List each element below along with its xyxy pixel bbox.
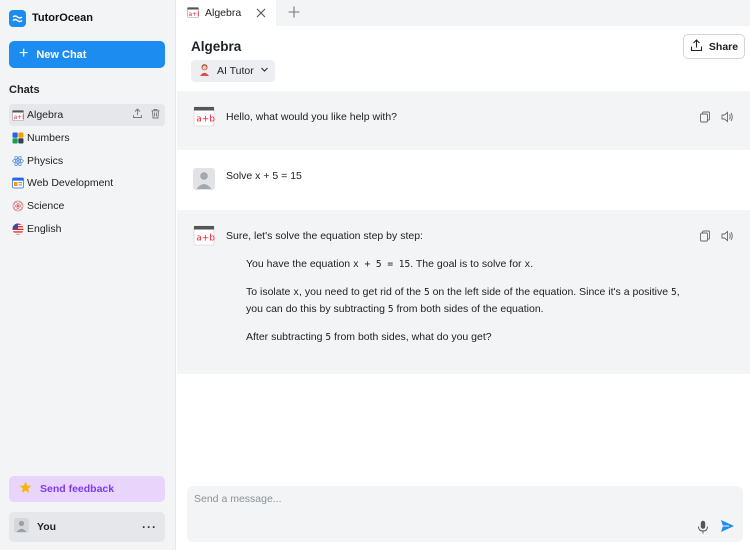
- message-intro: Sure, let's solve the equation step by s…: [226, 230, 423, 242]
- message-paragraph: To isolate x, you need to get rid of the…: [246, 284, 686, 318]
- text-fragment: on the left side of the equation. Since …: [429, 286, 671, 298]
- sidebar: TutorOcean + New Chat Chats a+b Algebra: [0, 0, 176, 550]
- inline-code: x + 5 = 15: [353, 259, 411, 270]
- message-text: Hello, what would you like help with?: [226, 111, 398, 123]
- brand-name: TutorOcean: [32, 12, 93, 24]
- user-profile[interactable]: You ···: [9, 512, 165, 542]
- sidebar-item-label: Physics: [27, 154, 64, 167]
- message-input[interactable]: Send a message...: [194, 493, 282, 505]
- trash-icon[interactable]: [150, 108, 161, 122]
- sidebar-item-numbers[interactable]: Numbers: [9, 127, 165, 149]
- text-fragment: from both sides, what do you get?: [331, 331, 492, 343]
- text-fragment: ,: [676, 286, 680, 298]
- sidebar-item-english[interactable]: English: [9, 218, 165, 240]
- share-button[interactable]: Share: [683, 34, 745, 59]
- text-fragment: . The goal is to solve for: [410, 258, 525, 270]
- tutor-selector[interactable]: AI Tutor: [191, 60, 275, 82]
- avatar: [14, 518, 29, 536]
- send-feedback-button[interactable]: Send feedback: [9, 476, 165, 502]
- us-flag-icon: [12, 223, 24, 235]
- share-label: Share: [708, 40, 739, 53]
- atom-icon: [12, 155, 24, 167]
- sidebar-item-physics[interactable]: Physics: [9, 150, 165, 172]
- sidebar-item-label: Science: [27, 200, 65, 213]
- send-icon[interactable]: [720, 519, 735, 538]
- new-chat-button[interactable]: + New Chat: [9, 41, 165, 68]
- text-fragment: from both sides of the equation.: [393, 303, 544, 315]
- message-paragraph: You have the equation x + 5 = 15. The go…: [246, 256, 686, 273]
- text-fragment: you can do this by subtracting: [246, 303, 388, 315]
- page-title: Algebra: [191, 39, 242, 54]
- close-icon[interactable]: [256, 6, 266, 21]
- star-icon: [19, 481, 32, 497]
- tab-algebra[interactable]: a+b Algebra: [176, 0, 276, 26]
- numbers-icon: [12, 132, 24, 144]
- tutor-label: AI Tutor: [217, 65, 254, 77]
- algebra-icon: a+b: [193, 224, 215, 246]
- tutor-avatar-icon: [198, 63, 211, 79]
- chevron-down-icon: [260, 65, 269, 77]
- plus-icon: +: [19, 45, 29, 62]
- tutorocean-logo-icon: [9, 9, 26, 27]
- text-fragment: After subtracting: [246, 331, 326, 343]
- sidebar-item-science[interactable]: Science: [9, 195, 165, 217]
- text-fragment: , you need to get rid of the: [299, 286, 424, 298]
- text-fragment: .: [530, 258, 534, 270]
- speaker-icon[interactable]: [721, 229, 734, 247]
- speaker-icon[interactable]: [721, 110, 734, 128]
- user-name: You: [37, 521, 57, 533]
- avatar: [193, 168, 215, 190]
- copy-icon[interactable]: [699, 229, 711, 247]
- tab-bar: a+b Algebra: [176, 0, 750, 26]
- add-tab-icon[interactable]: [288, 2, 300, 23]
- message-text: Solve x + 5 = 15: [226, 170, 302, 182]
- microphone-icon[interactable]: [697, 520, 709, 539]
- sidebar-item-label: Numbers: [27, 131, 70, 144]
- algebra-icon: a+b: [193, 105, 215, 127]
- message-composer[interactable]: Send a message...: [187, 486, 743, 542]
- share-icon: [690, 38, 703, 55]
- text-fragment: To isolate: [246, 286, 294, 298]
- tab-label: Algebra: [205, 7, 242, 19]
- svg-text:a+b: a+b: [189, 11, 200, 18]
- svg-text:a+b: a+b: [196, 115, 215, 125]
- feedback-label: Send feedback: [40, 483, 115, 495]
- sidebar-item-label: English: [27, 222, 62, 235]
- algebra-icon: a+b: [187, 6, 201, 21]
- sidebar-item-label: Algebra: [27, 109, 64, 121]
- message-user: Solve x + 5 = 15: [177, 150, 750, 210]
- svg-text:a+b: a+b: [14, 114, 25, 121]
- new-chat-label: New Chat: [36, 48, 87, 61]
- chat-list: a+b Algebra Numbers Physics: [9, 104, 165, 241]
- sidebar-item-algebra[interactable]: a+b Algebra: [9, 104, 165, 126]
- more-options-icon[interactable]: ···: [142, 520, 165, 534]
- browser-icon: [12, 177, 24, 189]
- text-fragment: You have the equation: [246, 258, 354, 270]
- sidebar-item-label: Web Development: [27, 177, 114, 190]
- export-icon[interactable]: [132, 108, 143, 122]
- svg-text:a+b: a+b: [196, 234, 215, 244]
- message-paragraph: After subtracting 5 from both sides, wha…: [246, 329, 686, 346]
- sidebar-item-web-development[interactable]: Web Development: [9, 172, 165, 194]
- brand[interactable]: TutorOcean: [9, 9, 93, 27]
- chats-section-title: Chats: [9, 84, 40, 96]
- copy-icon[interactable]: [699, 110, 711, 128]
- message-ai: a+b Sure, let's solve the equation step …: [177, 210, 750, 374]
- science-icon: [12, 200, 24, 212]
- algebra-icon: a+b: [12, 109, 24, 121]
- message-ai: a+b Hello, what would you like help with…: [177, 91, 750, 150]
